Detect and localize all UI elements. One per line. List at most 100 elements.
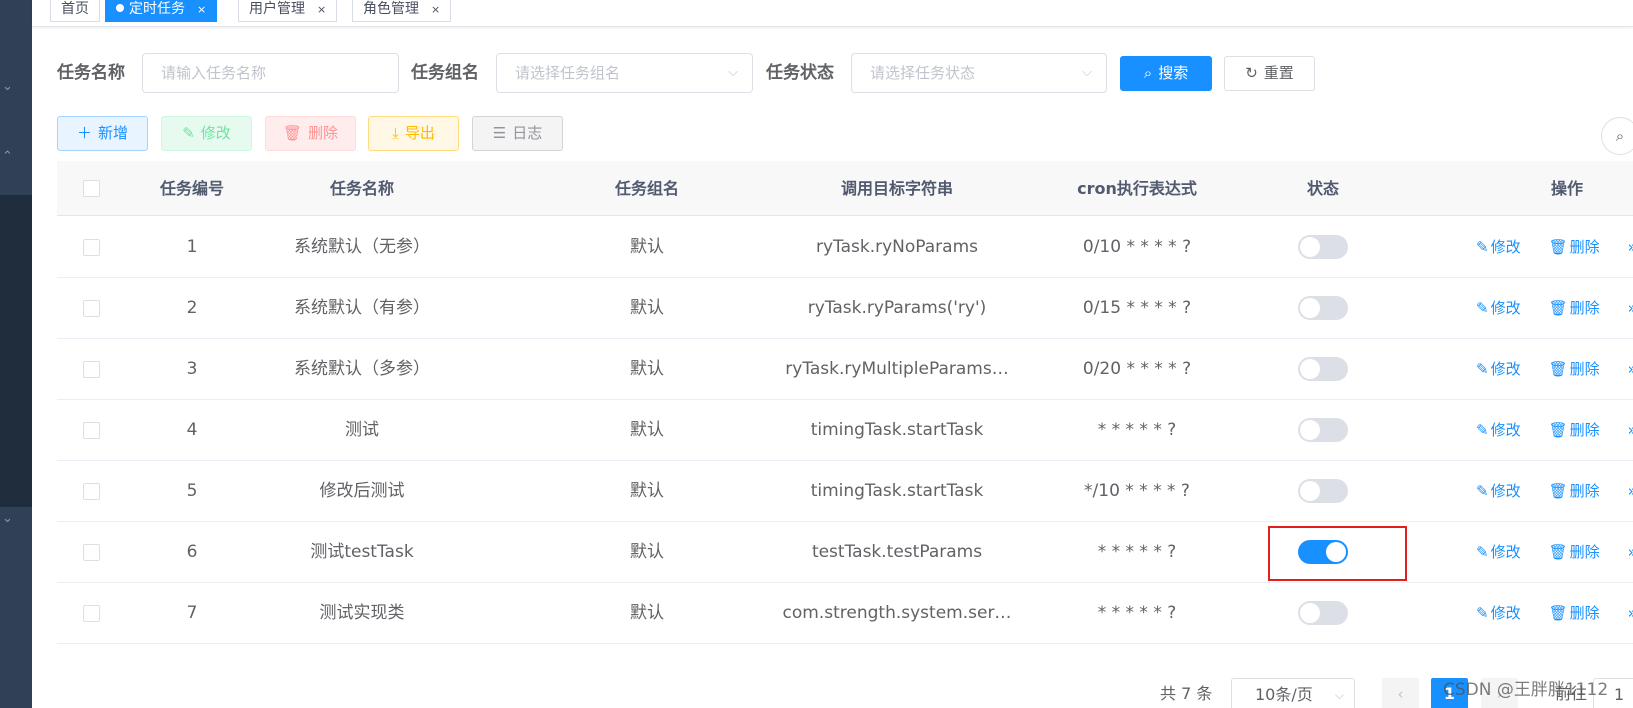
log-button[interactable]: ☰ 日志 [472, 116, 563, 151]
row-actions: ✎修改 🗑删除 »更多 [1476, 278, 1633, 339]
delete-button[interactable]: 🗑 删除 [265, 116, 356, 151]
status-switch[interactable] [1298, 357, 1348, 381]
row-edit-link[interactable]: ✎ 修改 [1476, 604, 1535, 622]
task-group-placeholder: 请选择任务组名 [515, 64, 621, 82]
cell-task-group: 默认 [630, 603, 664, 623]
status-switch[interactable] [1298, 418, 1348, 442]
cell-cron: * * * * * ? [1097, 420, 1177, 440]
row-checkbox[interactable] [83, 361, 100, 378]
export-button-label: 导出 [404, 124, 435, 142]
status-switch[interactable] [1298, 601, 1348, 625]
select-all-checkbox[interactable] [83, 180, 100, 197]
row-checkbox[interactable] [83, 300, 100, 317]
row-delete-link[interactable]: 🗑 删除 [1549, 238, 1614, 256]
row-more-link[interactable]: »更多 [1628, 238, 1633, 256]
chevron-icon[interactable]: ⌄ [2, 80, 13, 93]
row-delete-link[interactable]: 🗑 删除 [1549, 421, 1614, 439]
status-switch[interactable] [1298, 479, 1348, 503]
row-delete-link[interactable]: 🗑 删除 [1549, 543, 1614, 561]
row-delete-link[interactable]: 🗑 删除 [1549, 299, 1614, 317]
export-button[interactable]: ⤓ 导出 [368, 116, 459, 151]
row-checkbox[interactable] [83, 544, 100, 561]
row-delete-link[interactable]: 🗑 删除 [1549, 604, 1614, 622]
edit-icon: ✎ [1476, 360, 1489, 378]
table-row: 4 测试 默认 timingTask.startTask * * * * * ? ✎ 修改 🗑… [57, 400, 1633, 461]
tag-scheduled-tasks[interactable]: 定时任务 × [105, 0, 218, 22]
tag-label: 首页 [61, 1, 89, 17]
cell-task-group: 默认 [630, 481, 664, 501]
row-delete-link[interactable]: 🗑 删除 [1549, 360, 1614, 378]
row-delete-label: 删除 [1569, 543, 1600, 561]
cell-task-group: 默认 [630, 420, 664, 440]
row-more-link[interactable]: »更多 [1628, 360, 1633, 378]
annotation-highlight-box [1268, 526, 1407, 581]
row-edit-label: 修改 [1490, 299, 1521, 317]
task-status-select[interactable]: 请选择任务状态 ⌵ [851, 53, 1107, 93]
row-checkbox[interactable] [83, 605, 100, 622]
row-checkbox[interactable] [83, 422, 100, 439]
row-more-link[interactable]: »更多 [1628, 421, 1633, 439]
edit-icon: ✎ [182, 124, 195, 142]
row-more-link[interactable]: »更多 [1628, 543, 1633, 561]
row-delete-label: 删除 [1569, 238, 1600, 256]
chevron-icon[interactable]: ⌃ [2, 150, 13, 163]
edit-icon: ✎ [1476, 482, 1489, 500]
search-toggle-button[interactable]: ⌕ [1601, 117, 1633, 155]
page-size-select[interactable]: 10条/页 ⌵ [1231, 678, 1355, 708]
row-more-link[interactable]: »更多 [1628, 482, 1633, 500]
sidebar-active-section [0, 195, 32, 507]
cell-task-group: 默认 [630, 237, 664, 257]
search-icon: ⌕ [1615, 127, 1625, 145]
row-edit-label: 修改 [1490, 482, 1521, 500]
reset-button-label: 重置 [1263, 64, 1294, 82]
add-button[interactable]: ＋ 新增 [57, 116, 148, 151]
row-actions: ✎修改 🗑删除 »更多 [1476, 461, 1633, 522]
table-header: 任务编号 任务名称 任务组名 调用目标字符串 cron执行表达式 状态 操作 [57, 161, 1633, 216]
edit-button[interactable]: ✎ 修改 [161, 116, 252, 151]
chevron-down-icon: ⌵ [1334, 688, 1344, 702]
task-name-input[interactable]: 请输入任务名称 [142, 53, 399, 93]
row-edit-link[interactable]: ✎ 修改 [1476, 238, 1535, 256]
cell-task-name: 测试 [345, 420, 379, 440]
table-row: 1 系统默认（无参） 默认 ryTask.ryNoParams 0/10 * * * *… [57, 217, 1633, 278]
close-icon[interactable]: × [317, 3, 326, 16]
cell-task-group: 默认 [630, 298, 664, 318]
task-group-select[interactable]: 请选择任务组名 ⌵ [496, 53, 753, 93]
edit-icon: ✎ [1476, 604, 1489, 622]
reset-button[interactable]: ↻ 重置 [1224, 56, 1315, 91]
status-switch[interactable] [1298, 296, 1348, 320]
close-icon[interactable]: × [197, 3, 206, 16]
download-icon: ⤓ [392, 124, 399, 142]
row-edit-link[interactable]: ✎ 修改 [1476, 299, 1535, 317]
close-icon[interactable]: × [431, 3, 440, 16]
row-more-link[interactable]: »更多 [1628, 299, 1633, 317]
double-chevron-right-icon: » [1628, 360, 1633, 378]
search-button[interactable]: ⌕ 搜索 [1120, 56, 1212, 91]
row-edit-link[interactable]: ✎ 修改 [1476, 543, 1535, 561]
task-status-placeholder: 请选择任务状态 [870, 64, 976, 82]
chevron-down-icon: ⌵ [1082, 65, 1092, 80]
chevron-left-icon: ‹ [1397, 685, 1404, 703]
cell-task-name: 测试testTask [310, 542, 414, 562]
row-checkbox[interactable] [83, 239, 100, 256]
tag-user-management[interactable]: 用户管理 × [238, 0, 338, 22]
tag-home[interactable]: 首页 [50, 0, 100, 22]
search-icon: ⌕ [1143, 64, 1153, 82]
row-edit-link[interactable]: ✎ 修改 [1476, 482, 1535, 500]
tag-role-management[interactable]: 角色管理 × [352, 0, 452, 22]
edit-icon: ✎ [1476, 238, 1489, 256]
row-checkbox[interactable] [83, 483, 100, 500]
row-edit-link[interactable]: ✎ 修改 [1476, 421, 1535, 439]
row-delete-link[interactable]: 🗑 删除 [1549, 482, 1614, 500]
row-more-link[interactable]: »更多 [1628, 604, 1633, 622]
cell-task-name: 测试实现类 [319, 603, 405, 623]
trash-icon: 🗑 [1548, 299, 1568, 317]
chevron-icon[interactable]: ⌄ [2, 512, 13, 525]
trash-icon: 🗑 [1548, 604, 1568, 622]
prev-page-button[interactable]: ‹ [1382, 678, 1419, 708]
row-edit-label: 修改 [1490, 543, 1521, 561]
row-edit-link[interactable]: ✎ 修改 [1476, 360, 1535, 378]
table-row: 5 修改后测试 默认 timingTask.startTask */10 * * * *… [57, 461, 1633, 522]
status-switch[interactable] [1298, 235, 1348, 259]
trash-icon: 🗑 [1548, 482, 1568, 500]
